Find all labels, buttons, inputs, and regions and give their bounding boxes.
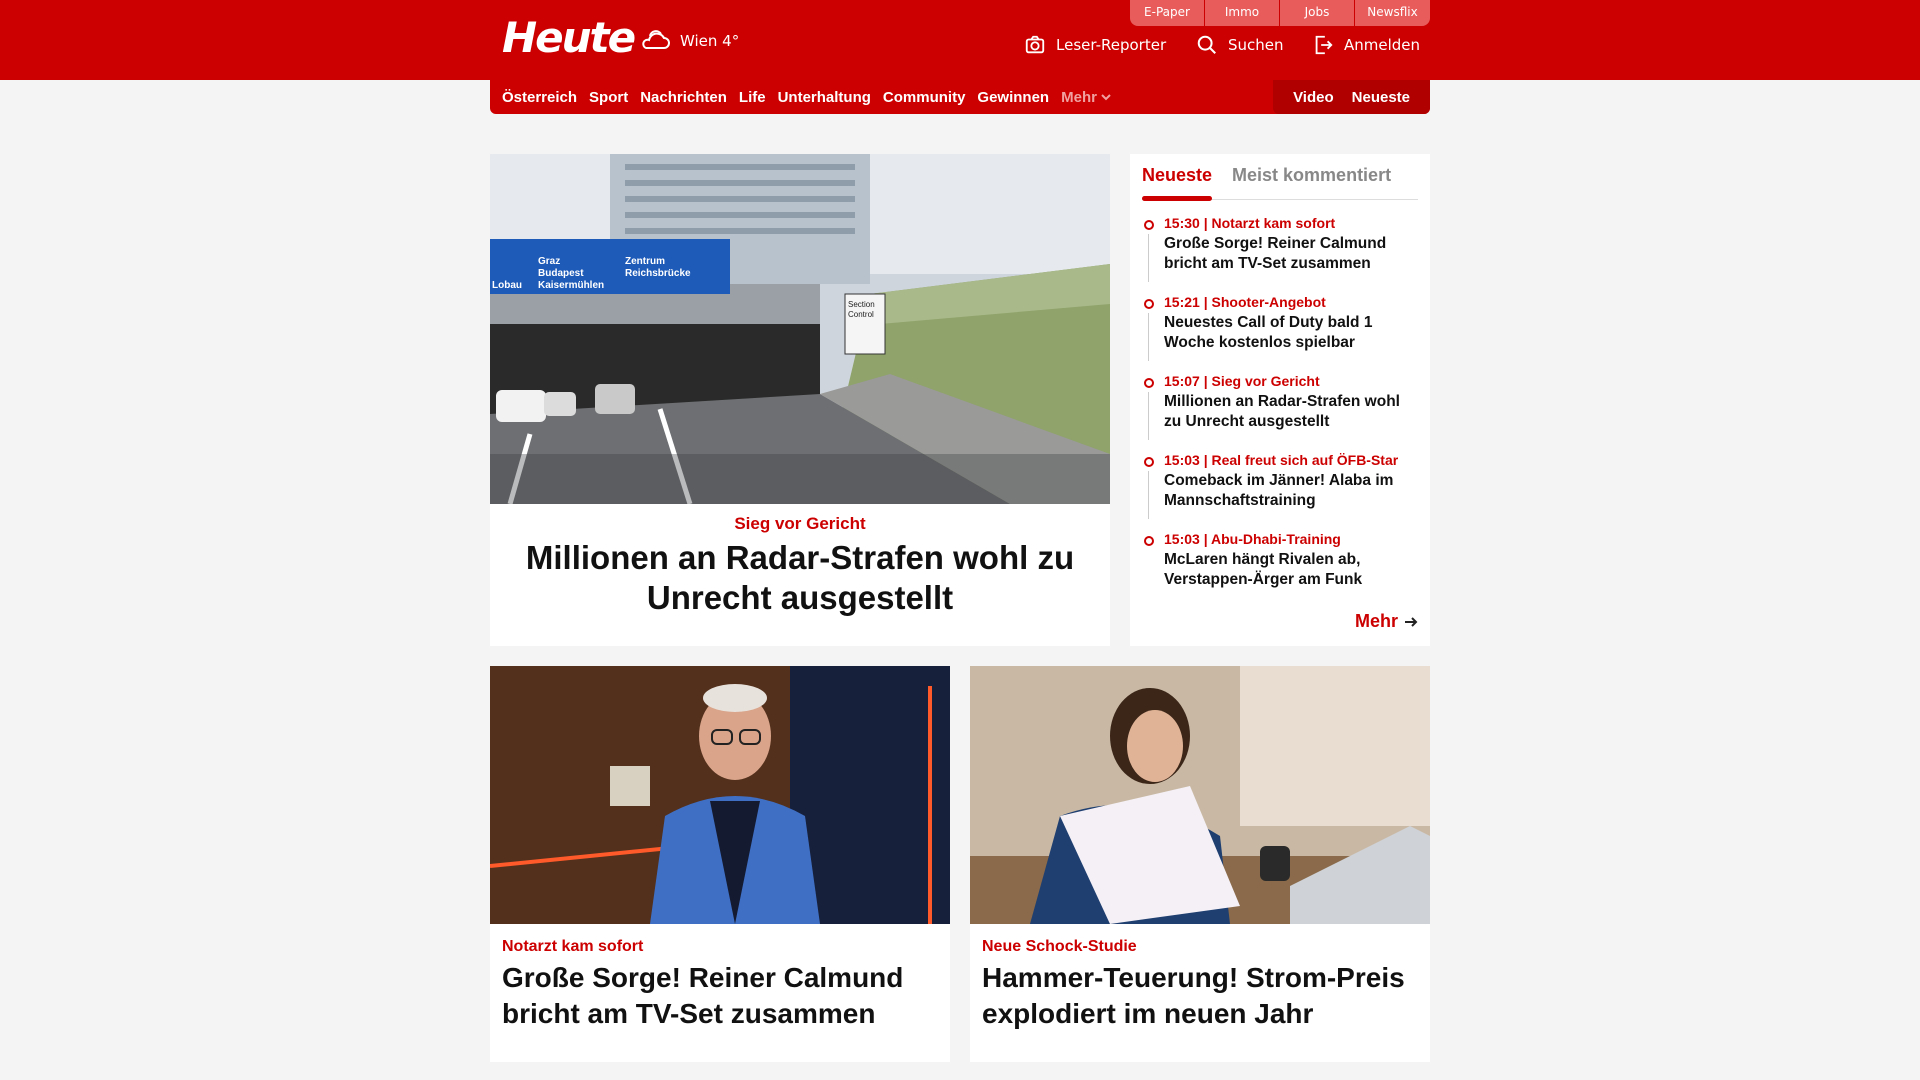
weather-cloud-icon <box>642 30 670 49</box>
search-icon <box>1197 35 1216 54</box>
tab-meist-kommentiert[interactable]: Meist kommentiert <box>1232 154 1391 200</box>
nav-video[interactable]: Video <box>1293 89 1334 106</box>
nav-more-dropdown[interactable]: Mehr <box>1061 89 1111 106</box>
nav-item-oesterreich[interactable]: Österreich <box>502 89 577 106</box>
sidebar-tabs: Neueste Meist kommentiert <box>1142 154 1418 201</box>
sidebar-more-label: Mehr <box>1354 611 1398 631</box>
hero-title[interactable]: Millionen an Radar-Strafen wohl zu Unrec… <box>520 538 1080 618</box>
tab-neueste[interactable]: Neueste <box>1142 154 1213 201</box>
hero-image[interactable]: Graz Budapest Kaisermühlen Zentrum Reich… <box>490 154 1110 504</box>
nav-item-sport[interactable]: Sport <box>589 89 628 106</box>
top-links: E-Paper Immo Jobs Newsflix <box>1130 0 1430 26</box>
article-kicker: Neue Schock-Studie <box>982 938 1137 955</box>
ticker-item[interactable]: 15:03 | Abu-Dhabi-Training McLaren hängt… <box>1142 530 1418 609</box>
article-kicker: Notarzt kam sofort <box>502 938 644 955</box>
nav-item-community[interactable]: Community <box>883 89 966 106</box>
ticker-title: Comeback im Jänner! Alaba im Mannschafts… <box>1164 472 1394 509</box>
ticker-title: Neuestes Call of Duty bald 1 Woche koste… <box>1164 314 1373 351</box>
arrow-right-icon <box>1405 616 1418 627</box>
article-title[interactable]: Hammer-Teuerung! Strom-Preis explodiert … <box>982 960 1418 1032</box>
sign-budapest: Budapest <box>538 268 584 279</box>
ticker-meta: 15:30 | Notarzt kam sofort <box>1164 215 1336 231</box>
nav-neueste[interactable]: Neueste <box>1352 89 1410 106</box>
sign-section: Section <box>848 300 875 309</box>
ticker-title: Millionen an Radar-Strafen wohl zu Unrec… <box>1164 393 1400 430</box>
ticker-meta: 15:03 | Abu-Dhabi-Training <box>1164 531 1341 547</box>
article-card[interactable]: Neue Schock-Studie Hammer-Teuerung! Stro… <box>970 666 1430 1062</box>
ticker-dot-icon <box>1144 299 1154 309</box>
epaper-link[interactable]: E-Paper <box>1130 0 1205 26</box>
ticker-item[interactable]: 15:30 | Notarzt kam sofort Große Sorge! … <box>1142 214 1418 293</box>
chevron-down-icon <box>1101 94 1111 101</box>
sidebar-more-link[interactable]: Mehr <box>1355 611 1418 632</box>
sign-zentrum: Zentrum <box>625 256 665 267</box>
ticker-title: Große Sorge! Reiner Calmund bricht am TV… <box>1164 235 1387 272</box>
ticker-item[interactable]: 15:07 | Sieg vor Gericht Millionen an Ra… <box>1142 372 1418 451</box>
immo-link[interactable]: Immo <box>1205 0 1280 26</box>
site-logo[interactable]: Heute <box>502 14 636 62</box>
login-button[interactable]: Anmelden <box>1312 34 1420 56</box>
ticker-meta: 15:03 | Real freut sich auf ÖFB-Star <box>1164 452 1399 468</box>
top-header <box>0 0 1920 80</box>
nav-item-nachrichten[interactable]: Nachrichten <box>640 89 727 106</box>
ticker-dot-icon <box>1144 536 1154 546</box>
ticker-dot-icon <box>1144 220 1154 230</box>
nav-more-label: Mehr <box>1061 88 1097 106</box>
latest-news-sidebar: Neueste Meist kommentiert 15:30 | Notarz… <box>1130 154 1430 646</box>
search-label: Suchen <box>1228 36 1284 54</box>
leser-reporter-button[interactable]: Leser-Reporter <box>1024 34 1166 56</box>
sign-reichs: Reichsbrücke <box>625 268 691 279</box>
sign-control: Control <box>848 310 874 319</box>
leser-reporter-label: Leser-Reporter <box>1056 36 1167 54</box>
article-card[interactable]: Notarzt kam sofort Große Sorge! Reiner C… <box>490 666 950 1062</box>
main-nav: Österreich Sport Nachrichten Life Unterh… <box>490 80 1430 114</box>
ticker-dot-icon <box>1144 378 1154 388</box>
ticker-dot-icon <box>1144 457 1154 467</box>
search-button[interactable]: Suchen <box>1196 34 1284 56</box>
sign-lobau: Lobau <box>492 280 522 291</box>
ticker-item[interactable]: 15:21 | Shooter-Angebot Neuestes Call of… <box>1142 293 1418 372</box>
weather-text: Wien 4° <box>680 32 740 50</box>
newsflix-link[interactable]: Newsflix <box>1355 0 1430 26</box>
hero-kicker[interactable]: Sieg vor Gericht <box>490 514 1110 534</box>
news-ticker: 15:30 | Notarzt kam sofort Große Sorge! … <box>1142 214 1418 609</box>
nav-item-life[interactable]: Life <box>739 89 766 106</box>
ticker-title: McLaren hängt Rivalen ab, Verstappen-Ärg… <box>1164 551 1363 588</box>
ticker-meta: 15:07 | Sieg vor Gericht <box>1164 373 1320 389</box>
hero-article[interactable]: Graz Budapest Kaisermühlen Zentrum Reich… <box>490 154 1110 646</box>
camera-icon <box>1025 35 1045 54</box>
ticker-meta: 15:21 | Shooter-Angebot <box>1164 294 1326 310</box>
nav-item-unterhaltung[interactable]: Unterhaltung <box>778 89 871 106</box>
ticker-item[interactable]: 15:03 | Real freut sich auf ÖFB-Star Com… <box>1142 451 1418 530</box>
article-image[interactable] <box>490 666 950 924</box>
nav-item-gewinnen[interactable]: Gewinnen <box>977 89 1049 106</box>
login-label: Anmelden <box>1344 36 1421 54</box>
article-title[interactable]: Große Sorge! Reiner Calmund bricht am TV… <box>502 960 938 1032</box>
sign-kaiser: Kaisermühlen <box>538 280 604 291</box>
weather-widget[interactable]: Wien 4° <box>640 26 739 56</box>
jobs-link[interactable]: Jobs <box>1280 0 1355 26</box>
sign-graz: Graz <box>538 256 560 267</box>
login-icon <box>1315 35 1333 55</box>
article-image[interactable] <box>970 666 1430 924</box>
